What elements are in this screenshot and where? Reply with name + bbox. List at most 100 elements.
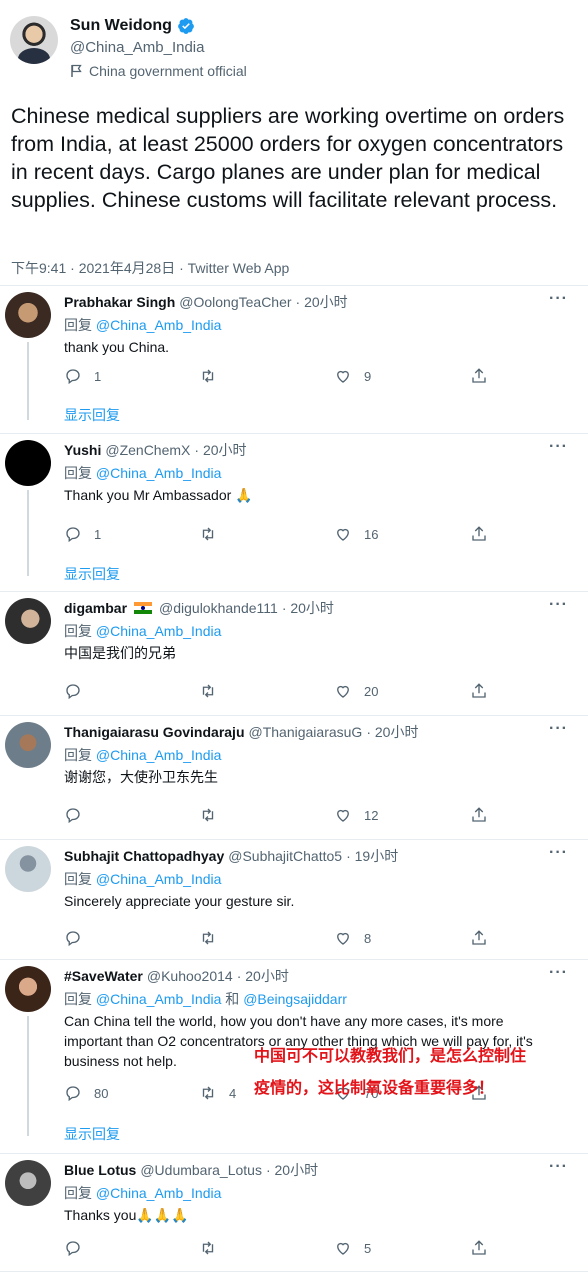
reply-time[interactable]: · 20小时 xyxy=(237,966,289,986)
reply-author-name[interactable]: Blue Lotus xyxy=(64,1162,136,1178)
share-button[interactable] xyxy=(470,682,488,700)
reply-actions: 12 xyxy=(64,806,494,826)
show-replies-link[interactable]: 显示回复 xyxy=(64,405,120,425)
main-tweet: Sun Weidong @China_Amb_India China gover… xyxy=(0,0,588,286)
like-button[interactable]: 16 xyxy=(334,525,378,543)
reply-icon xyxy=(66,527,80,543)
avatar[interactable] xyxy=(5,966,51,1012)
retweet-button[interactable] xyxy=(199,929,229,947)
avatar[interactable] xyxy=(5,292,51,338)
avatar[interactable] xyxy=(5,440,51,486)
avatar[interactable] xyxy=(5,598,51,644)
replying-to-link[interactable]: @China_Amb_India xyxy=(96,623,222,639)
reply-author-name[interactable]: Yushi xyxy=(64,442,101,458)
avatar[interactable] xyxy=(5,846,51,892)
main-tweet-meta[interactable]: 下午9:41 · 2021年4月28日 · Twitter Web App xyxy=(11,258,289,278)
overlay-annotation: 中国可不可以教教我们，是怎么控制住 疫情的，这比制氧设备重要得多！ xyxy=(254,1040,526,1104)
reply-author-name[interactable]: digambar xyxy=(64,600,127,616)
replying-to-link[interactable]: @China_Amb_India xyxy=(96,871,222,887)
reply-time[interactable]: · 20小时 xyxy=(282,598,334,618)
more-icon[interactable]: ··· xyxy=(549,844,568,862)
avatar[interactable] xyxy=(5,1160,51,1206)
reply-time[interactable]: · 20小时 xyxy=(366,722,418,742)
government-label: China government official xyxy=(89,63,247,79)
like-button[interactable]: 12 xyxy=(334,806,378,824)
replying-prefix: 回复 xyxy=(64,747,92,763)
retweet-button[interactable] xyxy=(199,1239,229,1257)
show-replies-link[interactable]: 显示回复 xyxy=(64,564,120,584)
reply-author-handle[interactable]: @ThanigaiarasuG xyxy=(249,724,363,740)
show-replies-link[interactable]: 显示回复 xyxy=(64,1124,120,1144)
reply-actions: 8 xyxy=(64,929,494,949)
replying-to-link-2[interactable]: @Beingsajiddarr xyxy=(243,991,347,1007)
like-icon xyxy=(337,528,349,541)
more-icon[interactable]: ··· xyxy=(549,290,568,308)
replying-to: 回复 @China_Amb_India xyxy=(64,621,221,641)
share-button[interactable] xyxy=(470,806,488,824)
reply-button[interactable] xyxy=(64,929,94,947)
reply-author-handle[interactable]: @Kuhoo2014 xyxy=(147,968,233,984)
reply-button[interactable]: 1 xyxy=(64,367,101,385)
replying-to-link[interactable]: @China_Amb_India xyxy=(96,465,222,481)
replying-to-link[interactable]: @China_Amb_India xyxy=(96,1185,222,1201)
like-button[interactable]: 5 xyxy=(334,1239,371,1257)
reply-tweet[interactable]: Subhajit Chattopadhyay @SubhajitChatto5 · … xyxy=(0,840,588,960)
reply-time[interactable]: · 20小时 xyxy=(194,440,246,460)
replying-to-link[interactable]: @China_Amb_India xyxy=(96,317,222,333)
retweet-button[interactable] xyxy=(199,525,229,543)
reply-author-name[interactable]: Prabhakar Singh xyxy=(64,294,175,310)
more-icon[interactable]: ··· xyxy=(549,964,568,982)
reply-author-name[interactable]: Thanigaiarasu Govindaraju xyxy=(64,724,245,740)
reply-tweet[interactable]: Thanigaiarasu Govindaraju @ThanigaiarasuG… xyxy=(0,716,588,840)
reply-author-name[interactable]: Subhajit Chattopadhyay xyxy=(64,848,224,864)
avatar[interactable] xyxy=(5,722,51,768)
overlay-line-2: 疫情的，这比制氧设备重要得多！ xyxy=(254,1078,495,1097)
share-button[interactable] xyxy=(470,525,488,543)
retweet-icon xyxy=(202,808,214,822)
share-button[interactable] xyxy=(470,1239,488,1257)
reply-time[interactable]: · 20小时 xyxy=(296,292,348,312)
like-button[interactable]: 20 xyxy=(334,682,378,700)
reply-button[interactable] xyxy=(64,682,94,700)
main-author-name[interactable]: Sun Weidong xyxy=(70,17,172,35)
retweet-button[interactable] xyxy=(199,367,229,385)
replying-prefix: 回复 xyxy=(64,991,92,1007)
replying-prefix: 回复 xyxy=(64,623,92,639)
reply-button[interactable]: 80 xyxy=(64,1084,108,1102)
share-button[interactable] xyxy=(470,929,488,947)
reply-tweet[interactable]: Prabhakar Singh @OolongTeaCher · 20小时 ··· 回复… xyxy=(0,286,588,434)
reply-tweet[interactable]: Blue Lotus @Udumbara_Lotus · 20小时 ··· 回复 @Ch… xyxy=(0,1154,588,1272)
like-button[interactable]: 9 xyxy=(334,367,371,385)
reply-author-handle[interactable]: @SubhajitChatto5 xyxy=(228,848,342,864)
reply-tweet[interactable]: Yushi @ZenChemX · 20小时 ··· 回复 @China_Amb_Ind… xyxy=(0,434,588,592)
reply-time[interactable]: · 20小时 xyxy=(266,1160,318,1180)
reply-author-handle[interactable]: @ZenChemX xyxy=(105,442,190,458)
reply-tweet[interactable]: digambar @digulokhande111 · 20小时 ··· 回复 @Chi… xyxy=(0,592,588,716)
main-avatar[interactable] xyxy=(10,16,58,64)
retweet-button[interactable]: 4 xyxy=(199,1084,236,1102)
reply-button[interactable] xyxy=(64,1239,94,1257)
reply-button[interactable] xyxy=(64,806,94,824)
retweet-button[interactable] xyxy=(199,682,229,700)
main-author-handle[interactable]: @China_Amb_India xyxy=(70,39,204,56)
like-icon xyxy=(337,932,349,945)
reply-time[interactable]: · 19小时 xyxy=(346,846,398,866)
replying-to-link[interactable]: @China_Amb_India xyxy=(96,991,222,1007)
more-icon[interactable]: ··· xyxy=(549,720,568,738)
reply-actions: 1 16 xyxy=(64,525,494,545)
more-icon[interactable]: ··· xyxy=(549,596,568,614)
thread-dots xyxy=(27,556,29,576)
like-button[interactable]: 8 xyxy=(334,929,371,947)
more-icon[interactable]: ··· xyxy=(549,438,568,456)
reply-author-handle[interactable]: @OolongTeaCher xyxy=(179,294,291,310)
reply-button[interactable]: 1 xyxy=(64,525,101,543)
replying-prefix: 回复 xyxy=(64,317,92,333)
more-icon[interactable]: ··· xyxy=(549,1158,568,1176)
reply-author-handle[interactable]: @Udumbara_Lotus xyxy=(140,1162,262,1178)
like-icon xyxy=(337,370,349,383)
reply-author-name[interactable]: #SaveWater xyxy=(64,968,143,984)
retweet-button[interactable] xyxy=(199,806,229,824)
reply-author-handle[interactable]: @digulokhande111 xyxy=(159,600,278,616)
share-button[interactable] xyxy=(470,367,488,385)
replying-to-link[interactable]: @China_Amb_India xyxy=(96,747,222,763)
